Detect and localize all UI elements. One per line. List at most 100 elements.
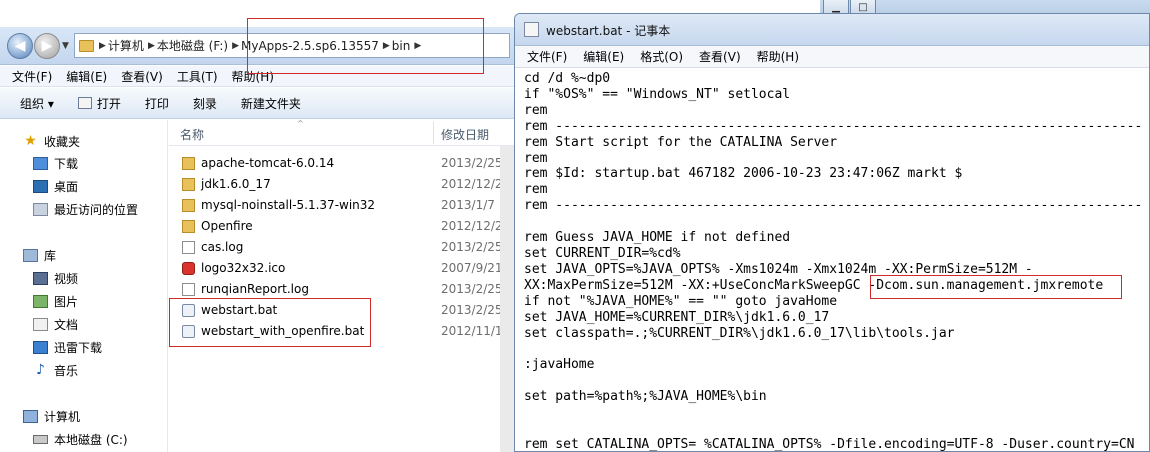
open-button[interactable]: 打开 bbox=[77, 95, 121, 112]
file-row[interactable]: apache-tomcat-6.0.14 2013/2/25 1 bbox=[169, 153, 515, 174]
menu-view[interactable]: 查看(V) bbox=[121, 68, 163, 85]
downloads-icon bbox=[33, 156, 48, 170]
file-name: cas.log bbox=[201, 240, 244, 254]
nav-pictures[interactable]: 图片 bbox=[33, 291, 78, 311]
video-icon bbox=[33, 271, 48, 285]
file-date: 2013/1/7 1 bbox=[441, 198, 507, 212]
notepad-menubar: 文件(F) 编辑(E) 格式(O) 查看(V) 帮助(H) bbox=[515, 46, 1149, 68]
text-editor[interactable]: cd /d %~dp0 if "%OS%" == "Windows_NT" se… bbox=[515, 69, 1149, 452]
np-menu-edit[interactable]: 编辑(E) bbox=[583, 48, 624, 65]
highlight-box bbox=[870, 275, 1122, 299]
notepad-titlebar[interactable]: webstart.bat - 记事本 bbox=[515, 14, 1149, 46]
nav-desktop-label: 桌面 bbox=[54, 179, 79, 194]
forward-button[interactable]: ▶ bbox=[34, 33, 60, 59]
nav-libraries[interactable]: 库 bbox=[23, 245, 56, 265]
ico-file-icon bbox=[182, 262, 195, 275]
breadcrumb-computer[interactable]: 计算机 bbox=[108, 37, 144, 54]
arrow-left-icon: ◀ bbox=[14, 38, 26, 54]
file-row[interactable]: jdk1.6.0_17 2012/12/20 bbox=[169, 174, 515, 195]
highlight-box bbox=[169, 298, 371, 347]
column-name[interactable]: 名称 bbox=[180, 126, 204, 143]
code-line: cd /d %~dp0 bbox=[524, 71, 611, 86]
library-icon bbox=[23, 248, 38, 262]
explorer-toolbar: 组织 ▾ 打开 打印 刻录 新建文件夹 bbox=[0, 88, 515, 119]
text-file-icon bbox=[182, 283, 195, 296]
nav-local-disk-c-label: 本地磁盘 (C:) bbox=[54, 432, 128, 447]
chevron-right-icon[interactable]: ▶ bbox=[148, 41, 155, 51]
np-menu-help[interactable]: 帮助(H) bbox=[757, 48, 799, 65]
menu-edit[interactable]: 编辑(E) bbox=[66, 68, 107, 85]
chevron-right-icon[interactable]: ▶ bbox=[99, 41, 106, 51]
nav-xunlei[interactable]: 迅雷下载 bbox=[33, 337, 102, 357]
back-button[interactable]: ◀ bbox=[7, 33, 33, 59]
nav-downloads-label: 下载 bbox=[54, 156, 79, 171]
nav-music[interactable]: ♪ 音乐 bbox=[33, 360, 78, 380]
recent-places-icon bbox=[33, 202, 48, 216]
file-row[interactable]: logo32x32.ico 2007/9/21 4 bbox=[169, 258, 515, 279]
minimize-icon: ▁ bbox=[832, 2, 840, 13]
file-row[interactable]: mysql-noinstall-5.1.37-win32 2013/1/7 1 bbox=[169, 195, 515, 216]
disk-drive-icon bbox=[33, 434, 48, 444]
nav-desktop[interactable]: 桌面 bbox=[33, 176, 78, 196]
folder-icon bbox=[182, 199, 195, 212]
code-line: rem bbox=[524, 150, 548, 166]
file-name: apache-tomcat-6.0.14 bbox=[201, 156, 335, 170]
folder-icon bbox=[182, 220, 195, 233]
column-header: ^ 名称 修改日期 bbox=[169, 119, 515, 146]
new-folder-button[interactable]: 新建文件夹 bbox=[241, 95, 301, 112]
chevron-right-icon[interactable]: ▶ bbox=[232, 41, 239, 51]
window-title: webstart.bat - 记事本 bbox=[546, 24, 671, 38]
breadcrumb-drive-f[interactable]: 本地磁盘 (F:) bbox=[157, 37, 228, 54]
nav-libraries-label: 库 bbox=[44, 248, 57, 263]
np-menu-file[interactable]: 文件(F) bbox=[527, 48, 567, 65]
np-menu-format[interactable]: 格式(O) bbox=[640, 48, 683, 65]
organize-button[interactable]: 组织 ▾ bbox=[20, 95, 54, 112]
code-line: rem set CATALINA_OPTS= %CATALINA_OPTS% -… bbox=[524, 436, 1135, 452]
burn-button[interactable]: 刻录 bbox=[193, 95, 217, 112]
code-line: rem Guess JAVA_HOME if not defined bbox=[524, 230, 791, 246]
nav-favorites[interactable]: ★ 收藏夹 bbox=[23, 131, 80, 151]
menu-tools[interactable]: 工具(T) bbox=[177, 68, 218, 85]
file-row[interactable]: Openfire 2012/12/20 bbox=[169, 216, 515, 237]
folder-icon bbox=[182, 178, 195, 191]
computer-icon bbox=[23, 409, 38, 423]
open-icon bbox=[77, 97, 92, 109]
np-menu-view[interactable]: 查看(V) bbox=[699, 48, 741, 65]
nav-videos[interactable]: 视频 bbox=[33, 268, 78, 288]
recent-pages-dropdown-icon[interactable]: ▼ bbox=[62, 41, 69, 51]
file-name: logo32x32.ico bbox=[201, 261, 286, 275]
code-line: rem $Id: startup.bat 467182 2006-10-23 2… bbox=[524, 166, 963, 182]
notepad-window: webstart.bat - 记事本 文件(F) 编辑(E) 格式(O) 查看(… bbox=[514, 13, 1150, 452]
menu-file[interactable]: 文件(F) bbox=[12, 68, 52, 85]
nav-computer-label: 计算机 bbox=[44, 409, 81, 424]
file-row[interactable]: cas.log 2013/2/25 1 bbox=[169, 237, 515, 258]
nav-downloads[interactable]: 下载 bbox=[33, 153, 78, 173]
nav-pictures-label: 图片 bbox=[54, 294, 79, 309]
code-line: rem Start script for the CATALINA Server bbox=[524, 134, 838, 150]
nav-music-label: 音乐 bbox=[54, 363, 79, 378]
column-modified[interactable]: 修改日期 bbox=[441, 126, 489, 143]
music-note-icon: ♪ bbox=[36, 361, 45, 378]
nav-recent[interactable]: 最近访问的位置 bbox=[33, 199, 138, 219]
vertical-scrollbar[interactable] bbox=[500, 146, 515, 452]
sort-caret-icon: ^ bbox=[297, 119, 304, 128]
code-line: :javaHome bbox=[524, 357, 595, 373]
picture-icon bbox=[33, 294, 48, 308]
file-list: ^ 名称 修改日期 apache-tomcat-6.0.14 2013/2/25… bbox=[169, 119, 515, 452]
nav-videos-label: 视频 bbox=[54, 271, 79, 286]
print-button[interactable]: 打印 bbox=[145, 95, 169, 112]
folder-icon bbox=[182, 157, 195, 170]
folder-icon bbox=[79, 39, 94, 52]
text-file-icon bbox=[182, 241, 195, 254]
nav-computer[interactable]: 计算机 bbox=[23, 406, 80, 426]
code-line: rem bbox=[524, 182, 548, 198]
code-line: rem ------------------------------------… bbox=[524, 118, 1143, 134]
open-label: 打开 bbox=[96, 96, 121, 111]
nav-documents[interactable]: 文档 bbox=[33, 314, 78, 334]
nav-recent-label: 最近访问的位置 bbox=[54, 202, 139, 217]
column-divider[interactable] bbox=[433, 122, 434, 144]
xunlei-icon bbox=[33, 340, 48, 354]
nav-local-disk-c[interactable]: 本地磁盘 (C:) bbox=[33, 429, 128, 449]
file-row[interactable]: runqianReport.log 2013/2/25 1 bbox=[169, 279, 515, 300]
file-name: Openfire bbox=[201, 219, 253, 233]
